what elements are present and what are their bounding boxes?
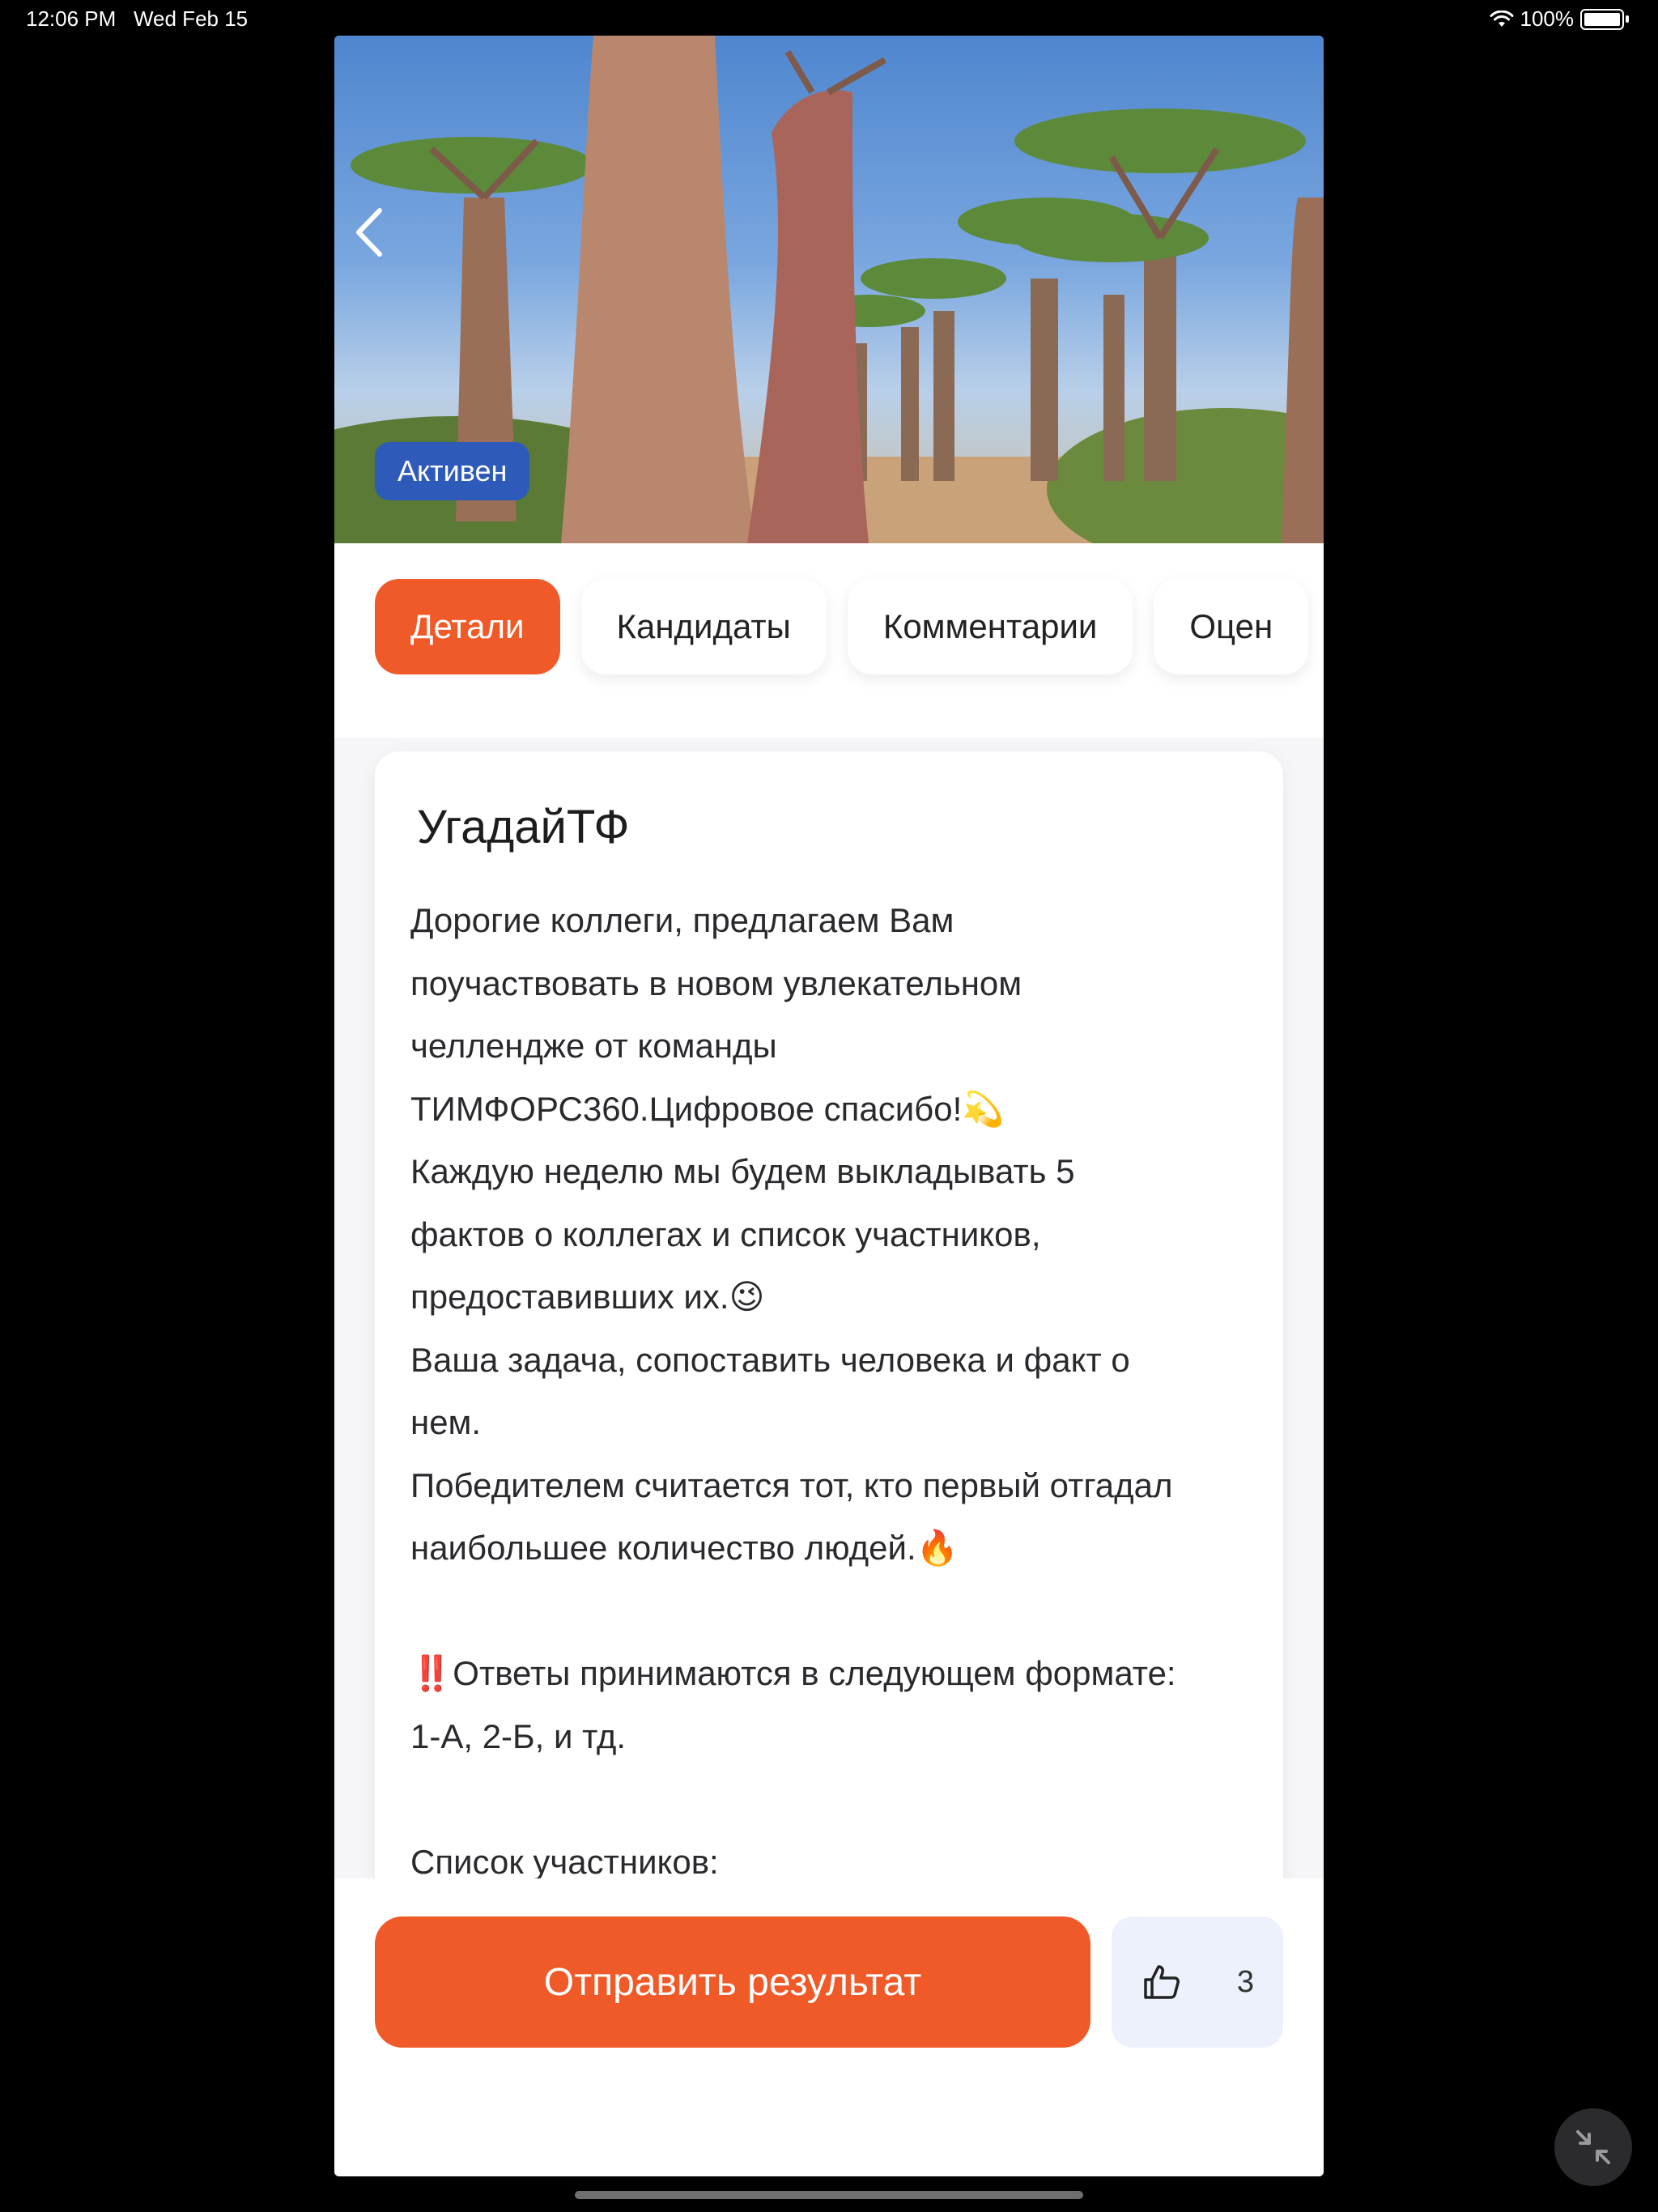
status-time: 12:06 PM Wed Feb 15 (26, 6, 248, 32)
tab-comments[interactable]: Комментарии (847, 579, 1133, 674)
description-spacer (410, 1580, 1261, 1643)
description-spacer (410, 1767, 1261, 1831)
tab-ratings[interactable]: Оцен (1154, 579, 1309, 674)
battery-percent: 100% (1520, 6, 1575, 31)
description-line: Каждую неделю мы будем выкладывать 5 (410, 1152, 1075, 1190)
description-line: ‼️Ответы принимаются в следующем формате… (410, 1654, 1176, 1692)
tab-list: Детали Кандидаты Комментарии Оцен (375, 579, 1309, 674)
home-indicator[interactable] (575, 2191, 1083, 2199)
back-button[interactable] (352, 206, 409, 279)
description-line: нем. (410, 1403, 482, 1441)
challenge-title: УгадайТФ (417, 801, 630, 853)
details-card: УгадайТФ Дорогие коллеги, предлагаем Вам… (375, 751, 1283, 1917)
description-line: предоставивших их.😉 (410, 1278, 765, 1316)
status-date: Wed Feb 15 (133, 6, 249, 31)
minimize-button[interactable] (1554, 2108, 1632, 2186)
hero-image: Активен (334, 36, 1324, 543)
challenge-panel: Активен Детали Кандидаты Комментарии Оце… (334, 36, 1324, 2176)
submit-result-button[interactable]: Отправить результат (375, 1916, 1090, 2048)
description-line: Дорогие коллеги, предлагаем Вам (410, 901, 954, 939)
description-line: 1-А, 2-Б, и тд. (410, 1716, 627, 1755)
challenge-description: Дорогие коллеги, предлагаем Вам поучаств… (410, 889, 1261, 1893)
tab-details[interactable]: Детали (375, 579, 560, 674)
thumbs-up-icon (1144, 1965, 1180, 1999)
action-bar: Отправить результат 3 (334, 1878, 1324, 2176)
description-line: челлендже от команды (410, 1027, 777, 1065)
tab-candidates[interactable]: Кандидаты (580, 579, 827, 674)
like-count: 3 (1236, 1964, 1254, 1999)
like-button[interactable]: 3 (1112, 1916, 1283, 2048)
description-line: ТИМФОРС360.Цифровое спасибо!💫 (410, 1089, 1005, 1128)
status-badge: Активен (375, 442, 530, 500)
collapse-arrows-icon (1576, 2130, 1610, 2164)
description-line: Ваша задача, сопоставить человека и факт… (410, 1340, 1130, 1379)
battery-tip (1626, 15, 1629, 23)
description-line: Победителем считается тот, кто первый от… (410, 1465, 1173, 1504)
wifi-icon (1490, 10, 1513, 27)
description-line: фактов о коллегах и список участников, (410, 1214, 1041, 1253)
tabs-bar: Детали Кандидаты Комментарии Оцен (334, 543, 1324, 738)
status-indicators: 100% (1490, 6, 1629, 32)
description-line: поучаствовать в новом увлекательном (410, 963, 1022, 1002)
description-line: наибольшее количество людей.🔥 (410, 1529, 959, 1567)
chevron-left-icon (356, 208, 382, 257)
status-clock: 12:06 PM (26, 6, 117, 31)
battery-icon (1580, 8, 1624, 30)
